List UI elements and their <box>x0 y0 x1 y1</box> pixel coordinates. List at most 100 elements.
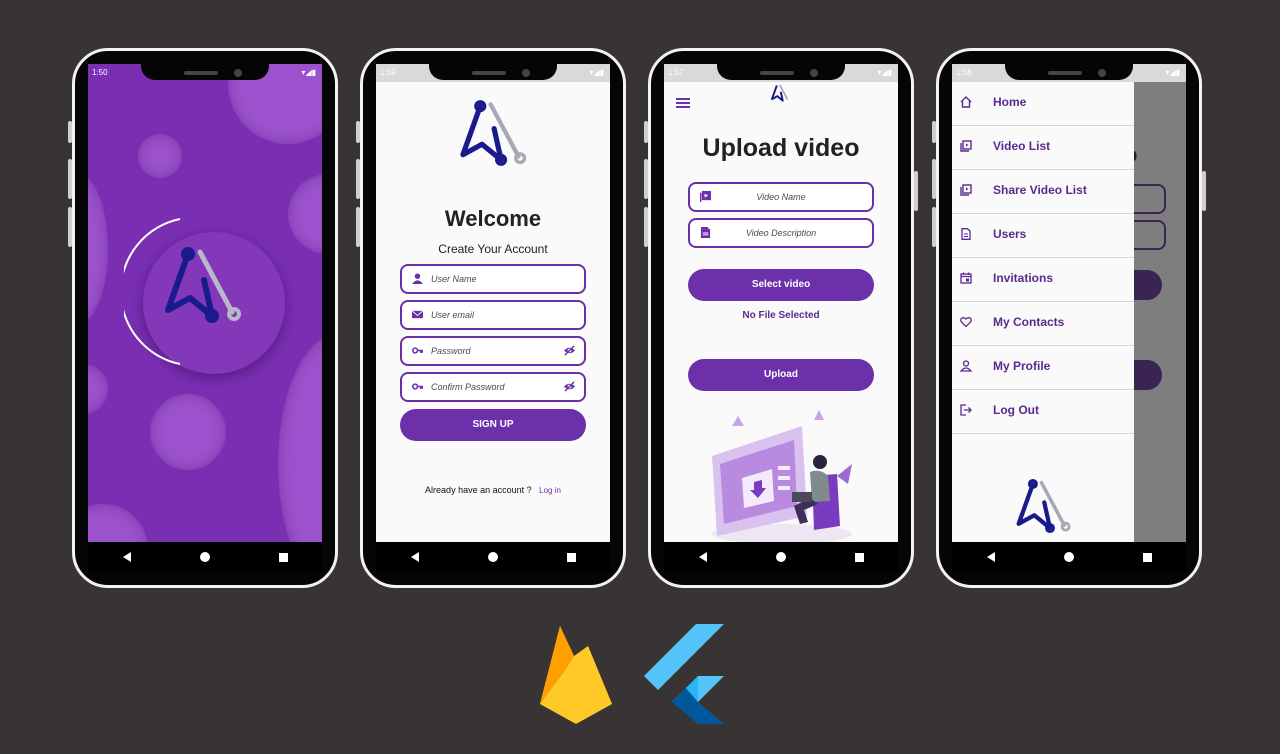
login-prompt-text: Already have an account ? <box>425 485 532 495</box>
side-button <box>644 159 648 199</box>
phone-notch <box>1005 51 1133 80</box>
key-icon <box>412 347 423 354</box>
menu-icon[interactable] <box>676 97 690 109</box>
page-subtitle: Create Your Account <box>438 242 548 256</box>
drawer-item-share-video-list[interactable]: Share Video List <box>952 170 1134 214</box>
video-name-field[interactable]: Video Name <box>688 182 874 212</box>
app-logo-icon <box>165 247 241 323</box>
decor-bubble <box>88 174 108 324</box>
app-logo-icon <box>770 84 789 102</box>
signup-button[interactable]: SIGN UP <box>400 409 586 441</box>
visibility-off-icon[interactable] <box>563 345 576 356</box>
calendar-icon <box>960 272 972 284</box>
upload-screen: 1:57 ▾◢▮ Upload video Video Name Video D… <box>664 64 898 572</box>
email-field[interactable]: User email <box>400 300 586 330</box>
confirm-password-placeholder: Confirm Password <box>431 382 505 392</box>
visibility-off-icon[interactable] <box>563 381 576 392</box>
share-video-icon <box>960 184 972 196</box>
signal-icon: ▾◢▮ <box>301 68 316 77</box>
drawer-item-label: Home <box>993 95 1027 109</box>
side-button <box>356 121 360 143</box>
drawer-item-my-profile[interactable]: My Profile <box>952 346 1134 390</box>
recents-nav-icon[interactable] <box>854 552 864 562</box>
back-nav-icon[interactable] <box>698 552 707 562</box>
back-nav-icon[interactable] <box>986 552 995 562</box>
person-icon <box>960 360 972 372</box>
video-upload-illustration <box>712 410 852 544</box>
drawer-item-invitations[interactable]: Invitations <box>952 258 1134 302</box>
phone-splash: 1:50 ▾◢▮ <box>68 48 338 588</box>
drawer-item-label: Log Out <box>993 403 1039 417</box>
password-placeholder: Password <box>431 346 471 356</box>
page-title: Upload video <box>702 134 860 162</box>
android-nav-bar <box>376 542 610 572</box>
firebase-logo-icon <box>540 626 612 724</box>
status-time: 1:57 <box>668 68 684 77</box>
flutter-logo-icon <box>644 624 724 724</box>
select-video-button[interactable]: Select video <box>688 269 874 301</box>
side-button <box>68 207 72 247</box>
phone-notch <box>717 51 845 80</box>
person-icon <box>412 273 423 284</box>
heart-icon <box>960 317 972 328</box>
signup-screen: 1:59 ▾◢▮ Welcome Create Your Account Use… <box>376 64 610 572</box>
page-title: Welcome <box>444 206 542 231</box>
no-file-label: No File Selected <box>742 310 820 321</box>
home-nav-icon[interactable] <box>775 552 786 562</box>
home-nav-icon[interactable] <box>199 552 210 562</box>
drawer-item-label: Share Video List <box>993 183 1087 197</box>
recents-nav-icon[interactable] <box>566 552 576 562</box>
app-logo-icon <box>1016 478 1071 534</box>
drawer-item-label: Video List <box>993 139 1051 153</box>
recents-nav-icon[interactable] <box>278 552 288 562</box>
status-time: 1:58 <box>956 68 972 77</box>
logout-icon <box>960 404 972 416</box>
signal-icon: ▾◢▮ <box>1165 68 1180 77</box>
side-button <box>914 171 918 211</box>
phone-notch <box>141 51 269 80</box>
decor-bubble <box>288 174 322 254</box>
side-button <box>644 207 648 247</box>
home-nav-icon[interactable] <box>1063 552 1074 562</box>
side-button <box>932 121 936 143</box>
back-nav-icon[interactable] <box>122 552 131 562</box>
upload-button[interactable]: Upload <box>688 359 874 391</box>
drawer-item-label: Invitations <box>993 271 1054 285</box>
drawer-item-label: Users <box>993 227 1027 241</box>
side-button <box>1202 171 1206 211</box>
document-icon <box>961 228 971 240</box>
side-button <box>356 207 360 247</box>
drawer-item-log-out[interactable]: Log Out <box>952 390 1134 434</box>
mail-icon <box>412 310 423 319</box>
home-nav-icon[interactable] <box>487 552 498 562</box>
drawer-item-home[interactable]: Home <box>952 82 1134 126</box>
drawer-screen: o 1:58 ▾◢▮ Home Video List Share Video L… <box>952 64 1186 572</box>
decor-bubble <box>150 394 226 470</box>
decor-bubble <box>138 134 182 178</box>
drawer-item-label: My Contacts <box>993 315 1065 329</box>
side-button <box>356 159 360 199</box>
drawer-item-users[interactable]: Users <box>952 214 1134 258</box>
login-prompt: Already have an account ? Log in <box>376 485 610 495</box>
username-field[interactable]: User Name <box>400 264 586 294</box>
confirm-password-field[interactable]: Confirm Password <box>400 372 586 402</box>
phone-drawer: o 1:58 ▾◢▮ Home Video List Share Video L… <box>932 48 1206 588</box>
phone-signup: 1:59 ▾◢▮ Welcome Create Your Account Use… <box>356 48 626 588</box>
video-description-field[interactable]: Video Description <box>688 218 874 248</box>
navigation-drawer: Home Video List Share Video List Users I… <box>952 82 1134 542</box>
back-nav-icon[interactable] <box>410 552 419 562</box>
phone-upload: 1:57 ▾◢▮ Upload video Video Name Video D… <box>644 48 918 588</box>
drawer-item-my-contacts[interactable]: My Contacts <box>952 302 1134 346</box>
decor-bubble <box>278 334 322 572</box>
login-link[interactable]: Log in <box>539 486 561 495</box>
video-name-placeholder: Video Name <box>756 192 806 202</box>
recents-nav-icon[interactable] <box>1142 552 1152 562</box>
drawer-item-label: My Profile <box>993 359 1051 373</box>
drawer-item-video-list[interactable]: Video List <box>952 126 1134 170</box>
side-button <box>68 121 72 143</box>
signal-icon: ▾◢▮ <box>589 68 604 77</box>
decor-bubble <box>88 364 108 414</box>
password-field[interactable]: Password <box>400 336 586 366</box>
side-button <box>68 159 72 199</box>
key-icon <box>412 383 423 390</box>
